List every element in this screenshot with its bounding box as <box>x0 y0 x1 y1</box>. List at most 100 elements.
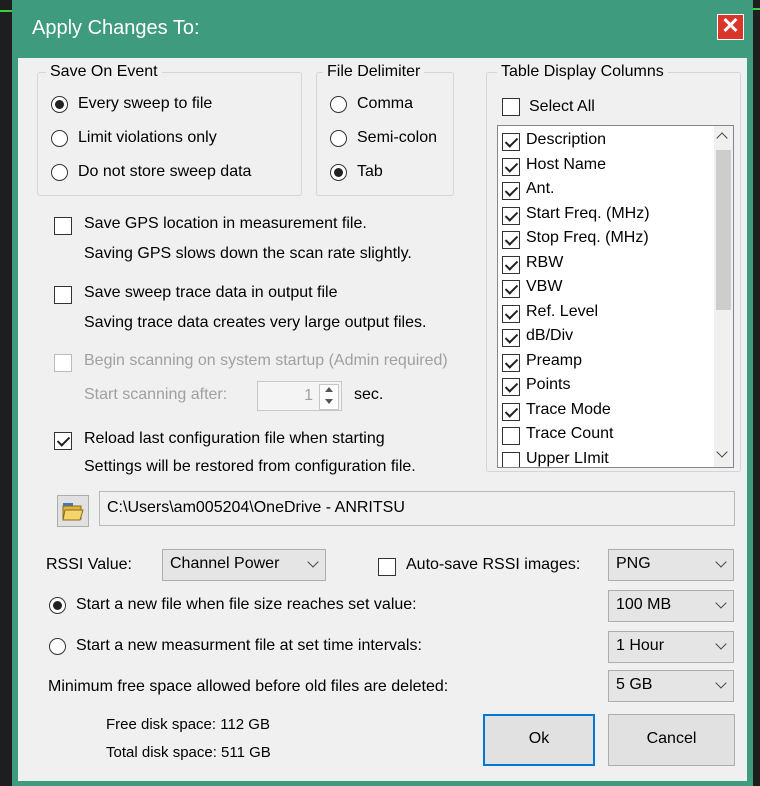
radio-semicolon-label[interactable]: Semi-colon <box>357 129 437 147</box>
autosave-rssi-label[interactable]: Auto-save RSSI images: <box>406 556 580 574</box>
column-list-item[interactable]: Stop Freq. (MHz) <box>502 228 707 252</box>
background-trace <box>753 8 760 10</box>
column-label: Preamp <box>526 351 583 369</box>
column-label: Trace Mode <box>526 400 611 418</box>
radio-time-interval-indicator[interactable] <box>49 638 66 655</box>
column-label: Upper LImit <box>526 449 609 467</box>
close-icon: ✕ <box>721 13 740 38</box>
free-disk-space: Free disk space: 112 GB <box>106 716 270 733</box>
column-checkbox[interactable] <box>502 304 520 323</box>
close-button[interactable]: ✕ <box>717 14 744 40</box>
column-checkbox[interactable] <box>502 451 520 467</box>
column-list-item[interactable]: Points <box>502 375 707 399</box>
rssi-value-text: Channel Power <box>170 555 280 572</box>
scroll-up-icon[interactable] <box>716 132 728 144</box>
trace-checkbox[interactable] <box>54 286 72 304</box>
column-list-item[interactable]: Ant. <box>502 179 707 203</box>
column-list-item[interactable]: Upper LImit <box>502 449 707 467</box>
column-checkbox[interactable] <box>502 133 520 151</box>
column-list-item[interactable]: RBW <box>502 253 707 277</box>
column-label: Points <box>526 376 571 393</box>
startup-unit: sec. <box>354 386 384 403</box>
column-label: RBW <box>526 253 564 271</box>
radio-do-not-store-label[interactable]: Do not store sweep data <box>78 163 251 181</box>
column-list-item[interactable]: Description <box>502 130 707 154</box>
column-list-item[interactable]: Ref. Level <box>502 302 707 326</box>
autosave-rssi-checkbox[interactable] <box>378 558 396 576</box>
column-list-item[interactable]: Trace Mode <box>502 400 707 424</box>
output-path-field[interactable]: C:\Users\am005204\OneDrive - ANRITSU <box>99 491 735 526</box>
reload-label[interactable]: Reload last configuration file when star… <box>84 430 385 448</box>
startup-label: Begin scanning on system startup (Admin … <box>84 352 448 369</box>
radio-semicolon-indicator[interactable] <box>330 130 347 147</box>
stepper-down-icon <box>325 399 333 404</box>
image-format-text: PNG <box>616 555 651 572</box>
radio-tab-indicator[interactable] <box>330 164 347 181</box>
gps-checkbox[interactable] <box>54 217 72 235</box>
cancel-button[interactable]: Cancel <box>608 714 735 766</box>
chevron-down-icon <box>715 556 727 568</box>
select-all-box[interactable] <box>502 98 520 116</box>
save-on-event-label: Save On Event <box>46 63 162 81</box>
file-size-select[interactable]: 100 MB <box>608 590 734 622</box>
column-label: Host Name <box>526 155 607 173</box>
column-checkbox[interactable] <box>502 353 520 372</box>
radio-time-interval-label[interactable]: Start a new measurment file at set time … <box>76 637 422 655</box>
radio-every-sweep-label[interactable]: Every sweep to file <box>78 95 212 113</box>
column-list-item[interactable]: Start Freq. (MHz) <box>502 204 707 228</box>
time-interval-text: 1 Hour <box>616 637 665 654</box>
browse-folder-button[interactable] <box>57 495 89 527</box>
trace-note: Saving trace data creates very large out… <box>84 314 427 331</box>
gps-label[interactable]: Save GPS location in measurement file. <box>84 215 367 233</box>
trace-label[interactable]: Save sweep trace data in output file <box>84 284 338 302</box>
column-checkbox[interactable] <box>502 231 520 249</box>
folder-open-icon <box>62 503 84 521</box>
scroll-down-icon[interactable] <box>716 446 728 458</box>
radio-limit-violations-label[interactable]: Limit violations only <box>78 129 217 147</box>
background-trace <box>0 10 12 12</box>
dialog-client-area: Save On Event Every sweep to file Limit … <box>18 58 747 781</box>
stepper-up-icon <box>325 387 333 392</box>
radio-every-sweep-indicator[interactable] <box>51 96 68 113</box>
min-space-select[interactable]: 5 GB <box>608 670 734 702</box>
image-format-select[interactable]: PNG <box>608 549 734 581</box>
column-checkbox[interactable] <box>502 329 520 347</box>
column-list-item[interactable]: Preamp <box>502 351 707 375</box>
column-checkbox[interactable] <box>502 427 520 445</box>
time-interval-select[interactable]: 1 Hour <box>608 631 734 663</box>
radio-file-size-indicator[interactable] <box>49 597 66 614</box>
radio-comma-label[interactable]: Comma <box>357 95 413 113</box>
rssi-value-select[interactable]: Channel Power <box>162 549 326 581</box>
column-checkbox[interactable] <box>502 157 520 176</box>
columns-listbox[interactable]: Description Host Name Ant. Start Freq. (MHz… <box>497 125 734 468</box>
title-bar[interactable]: Apply Changes To: ✕ <box>12 0 753 58</box>
radio-do-not-store-indicator[interactable] <box>51 164 68 181</box>
min-space-text: 5 GB <box>616 676 653 693</box>
column-checkbox[interactable] <box>502 255 520 274</box>
column-checkbox[interactable] <box>502 378 520 396</box>
column-list-item[interactable]: Host Name <box>502 155 707 179</box>
column-label: Description <box>526 131 607 148</box>
cancel-button-label: Cancel <box>646 730 697 747</box>
column-checkbox[interactable] <box>502 182 520 200</box>
column-list-item[interactable]: Trace Count <box>502 424 707 448</box>
column-list-item[interactable]: VBW <box>502 277 707 301</box>
column-checkbox[interactable] <box>502 280 520 298</box>
radio-limit-violations-indicator[interactable] <box>51 130 68 147</box>
file-size-text: 100 MB <box>616 596 672 613</box>
radio-file-size-label[interactable]: Start a new file when file size reaches … <box>76 596 417 614</box>
column-list-item[interactable]: dB/Div <box>502 326 707 350</box>
column-label: Stop Freq. (MHz) <box>526 229 649 246</box>
ok-button-label: Ok <box>528 730 550 747</box>
radio-tab-label[interactable]: Tab <box>357 163 383 181</box>
select-all-label[interactable]: Select All <box>529 98 595 116</box>
radio-comma-indicator[interactable] <box>330 96 347 113</box>
ok-button[interactable]: Ok <box>483 714 595 766</box>
chevron-down-icon <box>715 597 727 609</box>
listbox-scrollbar[interactable] <box>714 126 733 467</box>
startup-after-label: Start scanning after: <box>84 386 228 403</box>
scroll-thumb[interactable] <box>716 150 731 310</box>
column-checkbox[interactable] <box>502 206 520 225</box>
column-checkbox[interactable] <box>502 402 520 421</box>
reload-checkbox[interactable] <box>54 432 72 450</box>
